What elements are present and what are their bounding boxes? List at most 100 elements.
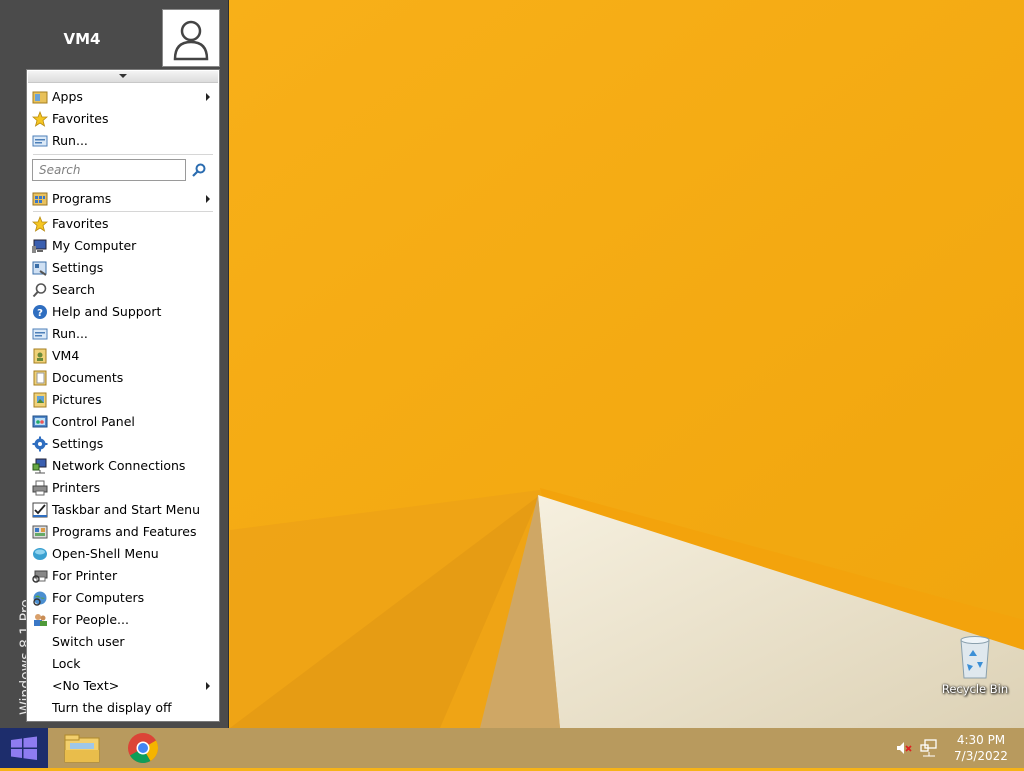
run-icon [32, 135, 48, 147]
menu-item-label: VM4 [52, 348, 80, 363]
menu-item-apps[interactable]: Apps [28, 86, 218, 108]
user-name: VM4 [63, 30, 101, 48]
avatar[interactable] [162, 9, 220, 67]
menu-item-label: Pictures [52, 392, 102, 407]
taskbar: 4:30 PM 7/3/2022 [0, 728, 1024, 768]
menu-item-label: <No Text> [52, 678, 120, 693]
menu-item-label: Documents [52, 370, 124, 385]
menu-item-label: Taskbar and Start Menu [52, 502, 201, 517]
computer-icon [32, 239, 47, 253]
menu-item-run[interactable]: Run... [28, 323, 218, 345]
taskbar-file-explorer[interactable] [52, 730, 112, 766]
menu-item-my-computer[interactable]: My Computer [28, 235, 218, 257]
chrome-icon [128, 733, 158, 764]
start-button[interactable] [0, 728, 48, 768]
menu-item-label: My Computer [52, 238, 137, 253]
network-status-icon[interactable] [920, 739, 938, 757]
menu-item-label: For People... [52, 612, 129, 627]
os-edition-band: Windows 8.1 Pro [0, 560, 34, 720]
menu-item-search[interactable]: Search [28, 279, 218, 301]
menu-item-label: Open-Shell Menu [52, 546, 159, 561]
menu-item-settings[interactable]: Settings [28, 433, 218, 455]
programs-icon [32, 192, 48, 206]
menu-item-network-connections[interactable]: Network Connections [28, 455, 218, 477]
search-input[interactable] [32, 159, 186, 181]
menu-item-label: Favorites [52, 111, 109, 126]
menu-item-pictures[interactable]: Pictures [28, 389, 218, 411]
magnifier-icon [32, 283, 47, 298]
menu-item-label: Switch user [52, 634, 125, 649]
recycle-bin[interactable]: Recycle Bin [940, 630, 1010, 700]
menu-item-no-text[interactable]: <No Text> [28, 675, 218, 697]
menu-item-settings-panel[interactable]: Settings [28, 257, 218, 279]
menu-item-label: Run... [52, 133, 88, 148]
menu-item-label: Programs [52, 191, 112, 206]
menu-item-printers[interactable]: Printers [28, 477, 218, 499]
menu-item-control-panel[interactable]: Control Panel [28, 411, 218, 433]
menu-item-label: For Printer [52, 568, 118, 583]
menu-item-help[interactable]: ? Help and Support [28, 301, 218, 323]
menu-item-taskbar-start-menu[interactable]: Taskbar and Start Menu [28, 499, 218, 521]
recycle-bin-label: Recycle Bin [941, 682, 1009, 696]
separator [33, 154, 213, 155]
menu-panel: Apps Favorites Run... Programs [26, 69, 220, 722]
submenu-arrow-icon [206, 195, 210, 203]
menu-item-label: Turn the display off [52, 700, 172, 715]
menu-item-for-printer[interactable]: For Printer [28, 565, 218, 587]
clock[interactable]: 4:30 PM 7/3/2022 [944, 732, 1018, 764]
menu-item-run-top[interactable]: Run... [28, 130, 218, 152]
menu-item-documents[interactable]: Documents [28, 367, 218, 389]
recycle-bin-icon [960, 636, 990, 679]
printer-icon [32, 480, 48, 496]
windows-logo-icon [11, 736, 37, 760]
find-printer-icon [32, 570, 48, 583]
menu-item-label: Run... [52, 326, 88, 341]
clock-time: 4:30 PM [956, 733, 1006, 747]
menu-item-label: Lock [52, 656, 81, 671]
menu-item-label: Favorites [52, 216, 109, 231]
programs-features-icon [32, 525, 48, 539]
svg-text:?: ? [37, 308, 43, 319]
speaker-muted-icon[interactable] [896, 740, 912, 756]
shell-icon [33, 548, 47, 560]
documents-icon [33, 370, 47, 386]
help-icon: ? [33, 305, 47, 319]
submenu-arrow-icon [206, 682, 210, 690]
find-people-icon [34, 614, 47, 626]
menu-item-favorites-top[interactable]: Favorites [28, 108, 218, 130]
menu-item-label: Apps [52, 89, 83, 104]
pictures-icon [33, 392, 47, 408]
menu-item-lock[interactable]: Lock [28, 653, 218, 675]
menu-item-switch-user[interactable]: Switch user [28, 631, 218, 653]
user-folder-icon [33, 348, 47, 364]
menu-item-vm4[interactable]: VM4 [28, 345, 218, 367]
menu-item-programs[interactable]: Programs [28, 188, 218, 210]
menu-item-label: Settings [52, 260, 104, 275]
menu-item-label: Network Connections [52, 458, 186, 473]
network-icon [32, 458, 47, 474]
separator [33, 211, 213, 212]
find-computer-icon [33, 591, 47, 606]
menu-item-for-people[interactable]: For People... [28, 609, 218, 631]
menu-item-label: Search [52, 282, 95, 297]
menu-item-favorites[interactable]: Favorites [28, 213, 218, 235]
star-icon [32, 111, 48, 127]
clock-date: 7/3/2022 [954, 749, 1008, 763]
apps-folder-icon [32, 91, 48, 104]
menu-item-label: Control Panel [52, 414, 135, 429]
search-icon[interactable] [191, 162, 207, 178]
menu-item-for-computers[interactable]: For Computers [28, 587, 218, 609]
menu-item-programs-features[interactable]: Programs and Features [28, 521, 218, 543]
control-panel-icon [32, 415, 48, 428]
gear-icon [32, 436, 48, 452]
start-menu: VM4 Windows 8.1 Pro Apps Favorites [0, 0, 229, 728]
taskbar-icon [32, 502, 48, 518]
submenu-arrow-icon [206, 93, 210, 101]
taskbar-chrome[interactable] [113, 730, 173, 766]
scroll-up-handle[interactable] [28, 71, 218, 83]
menu-item-label: Settings [52, 436, 104, 451]
menu-item-display-off[interactable]: Turn the display off [28, 697, 218, 719]
settings-panel-icon [32, 261, 47, 276]
menu-item-open-shell[interactable]: Open-Shell Menu [28, 543, 218, 565]
menu-item-label: For Computers [52, 590, 145, 605]
